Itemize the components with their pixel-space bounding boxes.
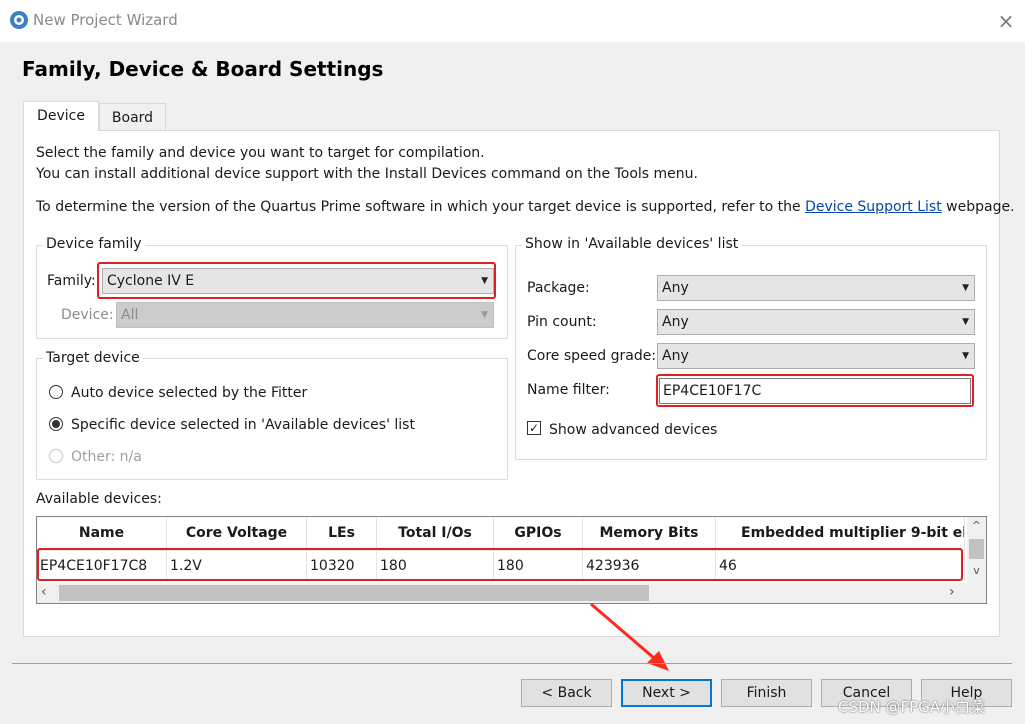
chevron-down-icon: ▼ [962,351,969,361]
scroll-down-icon[interactable]: v [969,564,984,577]
tab-board[interactable]: Board [99,103,166,131]
intro-line-3-text: To determine the version of the Quartus … [36,199,801,215]
quartus-app-icon [10,11,28,29]
pin-count-dropdown[interactable]: Any ▼ [657,309,975,335]
column-header-memory-bits[interactable]: Memory Bits [583,517,716,550]
available-devices-label: Available devices: [36,491,162,507]
specific-device-label: Specific device selected in 'Available d… [71,417,415,433]
scroll-left-icon[interactable]: ‹ [41,584,47,600]
chevron-down-icon: ▼ [962,317,969,327]
window-title: New Project Wizard [33,11,178,29]
target-device-group-label: Target device [43,350,143,366]
family-highlight-box [97,262,496,299]
back-button[interactable]: < Back [521,679,612,707]
pin-count-dropdown-value: Any [662,314,689,330]
intro-line-1: Select the family and device you want to… [36,145,485,161]
footer-divider [12,663,1012,664]
family-label: Family: [47,273,96,289]
page-heading: Family, Device & Board Settings [22,57,384,81]
speed-grade-dropdown-value: Any [662,348,689,364]
column-header-name[interactable]: Name [37,517,167,550]
other-device-radio [49,449,63,463]
close-icon[interactable]: × [994,8,1018,34]
column-header-total-ios[interactable]: Total I/Os [377,517,494,550]
device-label: Device: [61,307,114,323]
speed-grade-dropdown[interactable]: Any ▼ [657,343,975,369]
device-support-list-link[interactable]: Device Support List [805,199,942,215]
package-dropdown-value: Any [662,280,689,296]
other-device-label: Other: n/a [71,449,142,465]
finish-button[interactable]: Finish [721,679,812,707]
intro-line-3-suffix: webpage. [946,199,1015,215]
name-filter-highlight-box [656,374,974,407]
package-dropdown[interactable]: Any ▼ [657,275,975,301]
tab-device[interactable]: Device [23,101,99,131]
chevron-down-icon: ▼ [481,310,488,320]
column-header-embedded-multiplier[interactable]: Embedded multiplier 9-bit elem [716,517,965,550]
intro-line-2: You can install additional device suppor… [36,166,698,182]
show-advanced-checkbox[interactable]: ✓ [527,421,541,435]
column-header-les[interactable]: LEs [307,517,377,550]
scroll-up-icon[interactable]: ^ [969,519,984,532]
horizontal-scroll-thumb[interactable] [59,585,649,601]
chevron-down-icon: ▼ [962,283,969,293]
device-row-highlight-box [37,548,963,581]
package-label: Package: [527,280,590,296]
next-button[interactable]: Next > [621,679,712,707]
scroll-right-icon[interactable]: › [949,584,955,600]
speed-grade-label: Core speed grade: [527,348,657,364]
column-header-core-voltage[interactable]: Core Voltage [167,517,307,550]
watermark: CSDN @FPGA小白菜 [838,698,986,716]
intro-line-3: To determine the version of the Quartus … [36,199,1015,215]
pin-count-label: Pin count: [527,314,597,330]
auto-device-label: Auto device selected by the Fitter [71,385,308,401]
available-filter-group-label: Show in 'Available devices' list [522,236,742,252]
show-advanced-label: Show advanced devices [549,422,718,438]
name-filter-label: Name filter: [527,382,610,398]
column-header-gpios[interactable]: GPIOs [494,517,583,550]
device-dropdown-value: All [121,307,139,323]
device-family-group-label: Device family [43,236,145,252]
auto-device-radio[interactable] [49,385,63,399]
specific-device-radio[interactable] [49,417,63,431]
vertical-scroll-thumb[interactable] [969,539,984,559]
device-dropdown: All ▼ [116,302,494,328]
